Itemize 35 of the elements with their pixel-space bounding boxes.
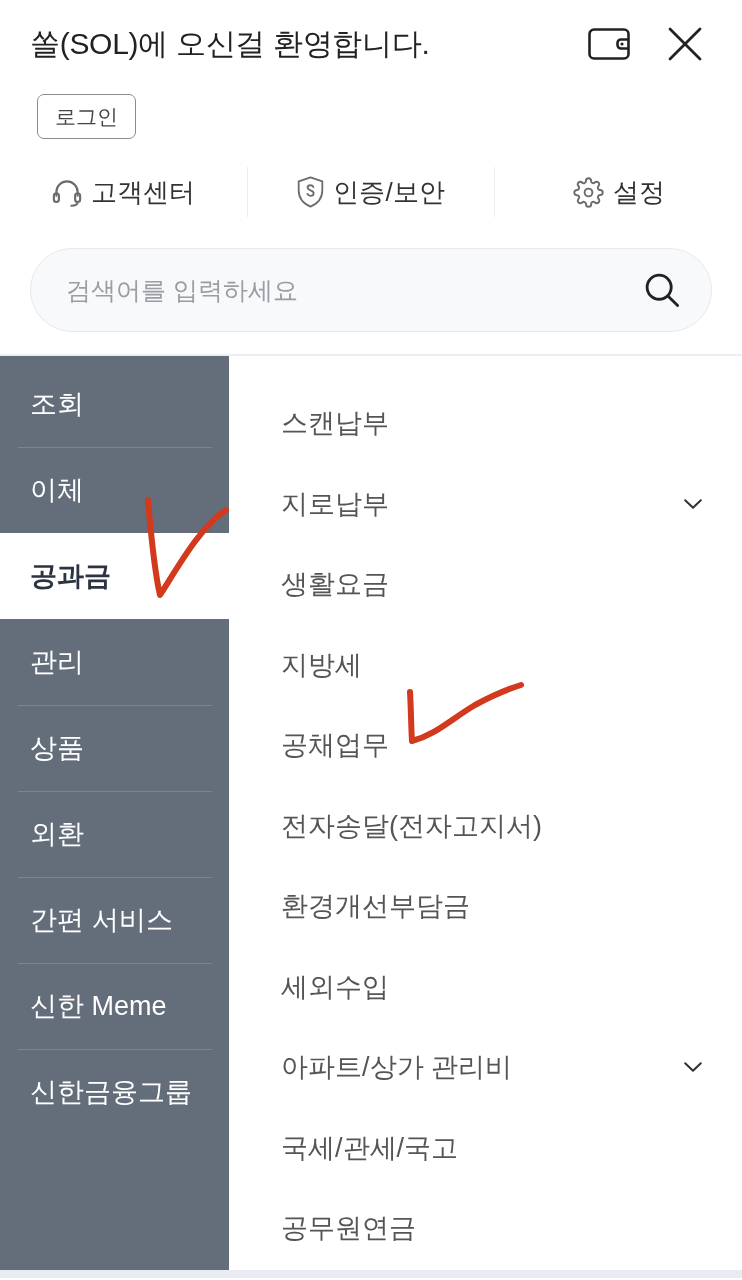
submenu-item[interactable]: 지로납부 <box>281 485 389 522</box>
submenu-item[interactable]: 스캔납부 <box>281 405 389 442</box>
category-tab[interactable]: 조회 <box>0 361 229 447</box>
submenu-item[interactable]: 생활요금 <box>281 566 389 603</box>
chevron-down-icon[interactable] <box>684 1062 702 1073</box>
shield-icon <box>297 176 325 208</box>
category-tab[interactable]: 신한금융그룹 <box>0 1049 229 1135</box>
submenu-item[interactable]: 환경개선부담금 <box>281 888 470 925</box>
submenu-item[interactable]: 아파트/상가 관리비 <box>281 1049 512 1086</box>
chevron-down-icon[interactable] <box>684 498 702 509</box>
settings-icon <box>572 176 604 208</box>
close-icon[interactable] <box>668 27 702 61</box>
search-input[interactable]: 검색어를 입력하세요 <box>66 268 633 312</box>
category-tab[interactable]: 공과금 <box>0 533 229 619</box>
welcome-title: 쏠(SOL)에 오신걸 환영합니다. <box>30 25 431 62</box>
category-tab[interactable]: 이체 <box>0 447 229 533</box>
customer-center-link[interactable]: 고객센터 <box>51 174 195 210</box>
security-link[interactable]: 인증/보안 <box>297 174 445 210</box>
submenu-item[interactable]: 지방세 <box>281 646 362 683</box>
search-field[interactable]: 검색어를 입력하세요 <box>30 248 712 332</box>
submenu-item[interactable]: 공무원연금 <box>281 1210 416 1247</box>
login-button[interactable]: 로그인 <box>37 94 136 139</box>
category-tab[interactable]: 간편 서비스 <box>0 877 229 963</box>
settings-link[interactable]: 설정 <box>572 174 665 210</box>
headset-icon <box>51 177 82 207</box>
submenu-item[interactable]: 전자송달(전자고지서) <box>281 807 542 844</box>
category-tab[interactable]: 상품 <box>0 705 229 791</box>
submenu-item[interactable]: 공채업무 <box>281 727 389 764</box>
wallet-icon[interactable] <box>588 27 630 61</box>
category-tab[interactable]: 신한 Meme <box>0 963 229 1049</box>
category-tab[interactable]: 외환 <box>0 791 229 877</box>
category-tab[interactable]: 관리 <box>0 619 229 705</box>
submenu-item[interactable]: 국세/관세/국고 <box>281 1129 458 1166</box>
submenu-item[interactable]: 세외수입 <box>281 968 389 1005</box>
search-icon[interactable] <box>645 273 679 307</box>
